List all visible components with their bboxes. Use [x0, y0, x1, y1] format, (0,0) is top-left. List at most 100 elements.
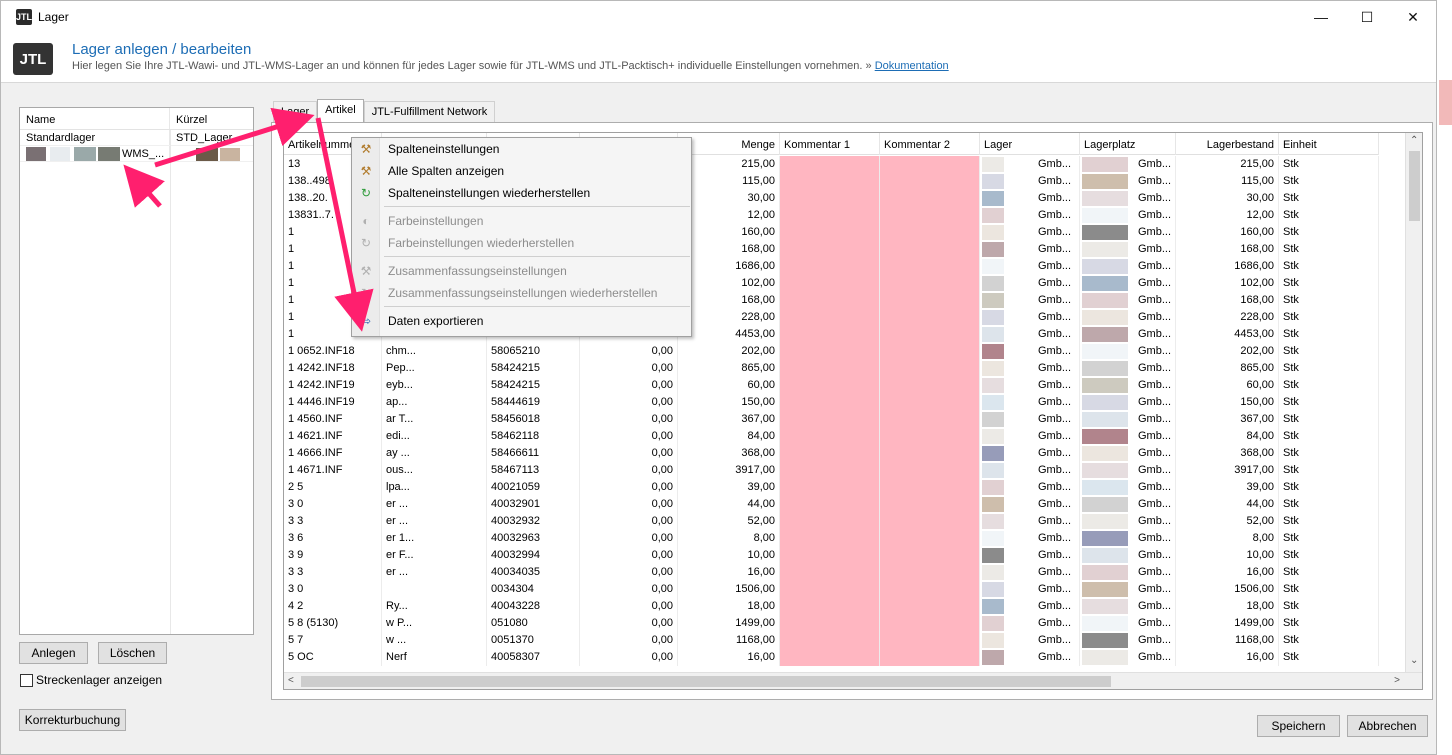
table-cell: 0,00	[580, 462, 678, 479]
lager-row[interactable]: Standardlager STD_Lager	[20, 130, 253, 146]
table-cell: Gmb...	[980, 343, 1080, 360]
column-header-kuerzel[interactable]: Kürzel	[170, 108, 253, 129]
table-cell	[780, 173, 880, 190]
tab-fulfillment[interactable]: JTL-Fulfillment Network	[363, 101, 496, 122]
grid-column-header[interactable]: Kommentar 1	[780, 133, 880, 155]
table-row[interactable]: 4 2 Ry... 40043228 0,00 18,00 Gmb... Gmb... 18,…	[284, 598, 1379, 615]
table-cell	[880, 428, 980, 445]
table-cell: Stk	[1279, 598, 1379, 615]
table-cell: Gmb...	[980, 326, 1080, 343]
table-cell: 368,00	[678, 445, 780, 462]
table-cell: 1 4242.INF18	[284, 360, 382, 377]
table-row[interactable]: 3 0 er ... 40032901 0,00 44,00 Gmb... Gmb... 44…	[284, 496, 1379, 513]
table-cell: Gmb...	[1080, 445, 1176, 462]
table-row[interactable]: 1 4666.INF ay ... 58466611 0,00 368,00 Gmb...…	[284, 445, 1379, 462]
close-icon[interactable]: ✕	[1390, 1, 1436, 33]
column-header-name[interactable]: Name	[20, 108, 170, 129]
vertical-scrollbar[interactable]: ⌃ ⌄	[1405, 133, 1422, 673]
table-cell: Gmb...	[980, 479, 1080, 496]
table-cell: 367,00	[1176, 411, 1279, 428]
table-cell: Stk	[1279, 581, 1379, 598]
table-row[interactable]: 3 3 er ... 40032932 0,00 52,00 Gmb... Gmb... 52…	[284, 513, 1379, 530]
context-menu-item-label: Daten exportieren	[388, 314, 484, 328]
grid-column-header[interactable]: Kommentar 2	[880, 133, 980, 155]
table-cell: Gmb...	[1080, 360, 1176, 377]
grid-column-header[interactable]: Einheit	[1279, 133, 1379, 155]
table-row[interactable]: 3 3 er ... 40034035 0,00 16,00 Gmb... Gmb... 16…	[284, 564, 1379, 581]
table-row[interactable]: 1 4242.INF18 Pep... 58424215 0,00 865,00 Gmb.…	[284, 360, 1379, 377]
vertical-scroll-thumb[interactable]	[1409, 151, 1420, 221]
table-row[interactable]: 5 7w ... 0051370 0,00 1168,00 Gmb... Gmb... 11…	[284, 632, 1379, 649]
lager-row-selected[interactable]: WMS_...	[20, 146, 253, 162]
scroll-up-icon[interactable]: ⌃	[1410, 135, 1418, 146]
table-row[interactable]: 3 0 0034304 0,00 1506,00 Gmb... Gmb... 1506,00…	[284, 581, 1379, 598]
streckenlager-checkbox[interactable]	[20, 674, 33, 687]
redacted-block	[982, 191, 1004, 206]
table-cell: Stk	[1279, 156, 1379, 173]
context-menu-item[interactable]: ◐ Farbeinstellungen	[352, 210, 691, 232]
redacted-block	[982, 582, 1004, 597]
tab-lager[interactable]: Lager	[273, 101, 318, 122]
scroll-right-icon[interactable]: >	[1394, 675, 1400, 686]
context-menu-item[interactable]: ↻ Spalteneinstellungen wiederherstellen	[352, 182, 691, 204]
table-cell: ous...	[382, 462, 487, 479]
table-row[interactable]: 1 4621.INF edi... 58462118 0,00 84,00 Gmb... G…	[284, 428, 1379, 445]
context-menu-item[interactable]: ⚒ Zusammenfassungseinstellungen	[352, 260, 691, 282]
table-cell: Gmb...	[1080, 547, 1176, 564]
loeschen-button[interactable]: Löschen	[98, 642, 167, 664]
table-row[interactable]: 5 8 (5130) w P... 051080 0,00 1499,00 Gmb... G…	[284, 615, 1379, 632]
table-row[interactable]: 1 4242.INF19 eyb... 58424215 0,00 60,00 Gmb..…	[284, 377, 1379, 394]
table-row[interactable]: 5 OC Nerf 40058307 0,00 16,00 Gmb... Gmb... 16,…	[284, 649, 1379, 666]
table-cell: 5 7	[284, 632, 382, 649]
speichern-button[interactable]: Speichern	[1257, 715, 1340, 737]
table-cell: Stk	[1279, 258, 1379, 275]
documentation-link[interactable]: Dokumentation	[875, 60, 949, 72]
context-menu-item[interactable]: ↻ Zusammenfassungseinstellungen wiederher…	[352, 282, 691, 304]
context-menu-item[interactable]: ⇨ Daten exportieren	[352, 310, 691, 332]
table-cell: Gmb...	[980, 462, 1080, 479]
table-cell: 10,00	[1176, 547, 1279, 564]
cell-text: Gmb...	[1038, 515, 1072, 527]
table-cell: Gmb...	[1080, 173, 1176, 190]
context-menu-item[interactable]: ↻ Farbeinstellungen wiederherstellen	[352, 232, 691, 254]
table-row[interactable]: 1 0652.INF18 chm... 58065210 0,00 202,00 Gmb.…	[284, 343, 1379, 360]
grid-column-header[interactable]: Menge	[678, 133, 780, 155]
tab-artikel[interactable]: Artikel	[317, 99, 364, 122]
scroll-down-icon[interactable]: ⌄	[1410, 655, 1418, 666]
table-cell: Stk	[1279, 462, 1379, 479]
table-row[interactable]: 3 6 er 1... 40032963 0,00 8,00 Gmb... Gmb... 8,…	[284, 530, 1379, 547]
table-cell: 4453,00	[1176, 326, 1279, 343]
table-cell: 1686,00	[1176, 258, 1279, 275]
tools-icon: ⚒	[360, 164, 372, 178]
minimize-icon[interactable]: —	[1298, 1, 1344, 33]
table-cell	[880, 615, 980, 632]
maximize-icon[interactable]: ☐	[1344, 1, 1390, 33]
horizontal-scrollbar[interactable]: < >	[284, 672, 1422, 689]
context-menu-item[interactable]: ⚒ Spalteneinstellungen	[352, 138, 691, 160]
table-cell: Stk	[1279, 547, 1379, 564]
redacted-block	[982, 157, 1004, 172]
korrekturbuchung-button[interactable]: Korrekturbuchung	[19, 709, 126, 731]
table-cell	[880, 445, 980, 462]
scroll-left-icon[interactable]: <	[288, 675, 294, 686]
grid-column-header[interactable]: Lagerplatz	[1080, 133, 1176, 155]
table-cell: 18,00	[1176, 598, 1279, 615]
horizontal-scroll-thumb[interactable]	[301, 676, 1111, 687]
table-row[interactable]: 1 4446.INF19 ap... 58444619 0,00 150,00 Gmb..…	[284, 394, 1379, 411]
table-cell: Gmb...	[980, 496, 1080, 513]
grid-column-header[interactable]: Lagerbestand	[1176, 133, 1279, 155]
table-cell: 0,00	[580, 632, 678, 649]
redacted-block	[982, 310, 1004, 325]
grid-column-header[interactable]: Lager	[980, 133, 1080, 155]
context-menu-item[interactable]: ⚒ Alle Spalten anzeigen	[352, 160, 691, 182]
table-row[interactable]: 3 9 er F... 40032994 0,00 10,00 Gmb... Gmb... 1…	[284, 547, 1379, 564]
abbrechen-button[interactable]: Abbrechen	[1347, 715, 1428, 737]
redacted-block	[1082, 276, 1128, 291]
context-menu-item-label: Farbeinstellungen	[388, 214, 484, 228]
table-cell: 168,00	[678, 241, 780, 258]
table-row[interactable]: 2 5 lpa... 40021059 0,00 39,00 Gmb... Gmb... 39…	[284, 479, 1379, 496]
table-cell: 051080	[487, 615, 580, 632]
table-row[interactable]: 1 4671.INF ous... 58467113 0,00 3917,00 Gmb..…	[284, 462, 1379, 479]
anlegen-button[interactable]: Anlegen	[19, 642, 88, 664]
table-row[interactable]: 1 4560.INF ar T... 58456018 0,00 367,00 Gmb..…	[284, 411, 1379, 428]
